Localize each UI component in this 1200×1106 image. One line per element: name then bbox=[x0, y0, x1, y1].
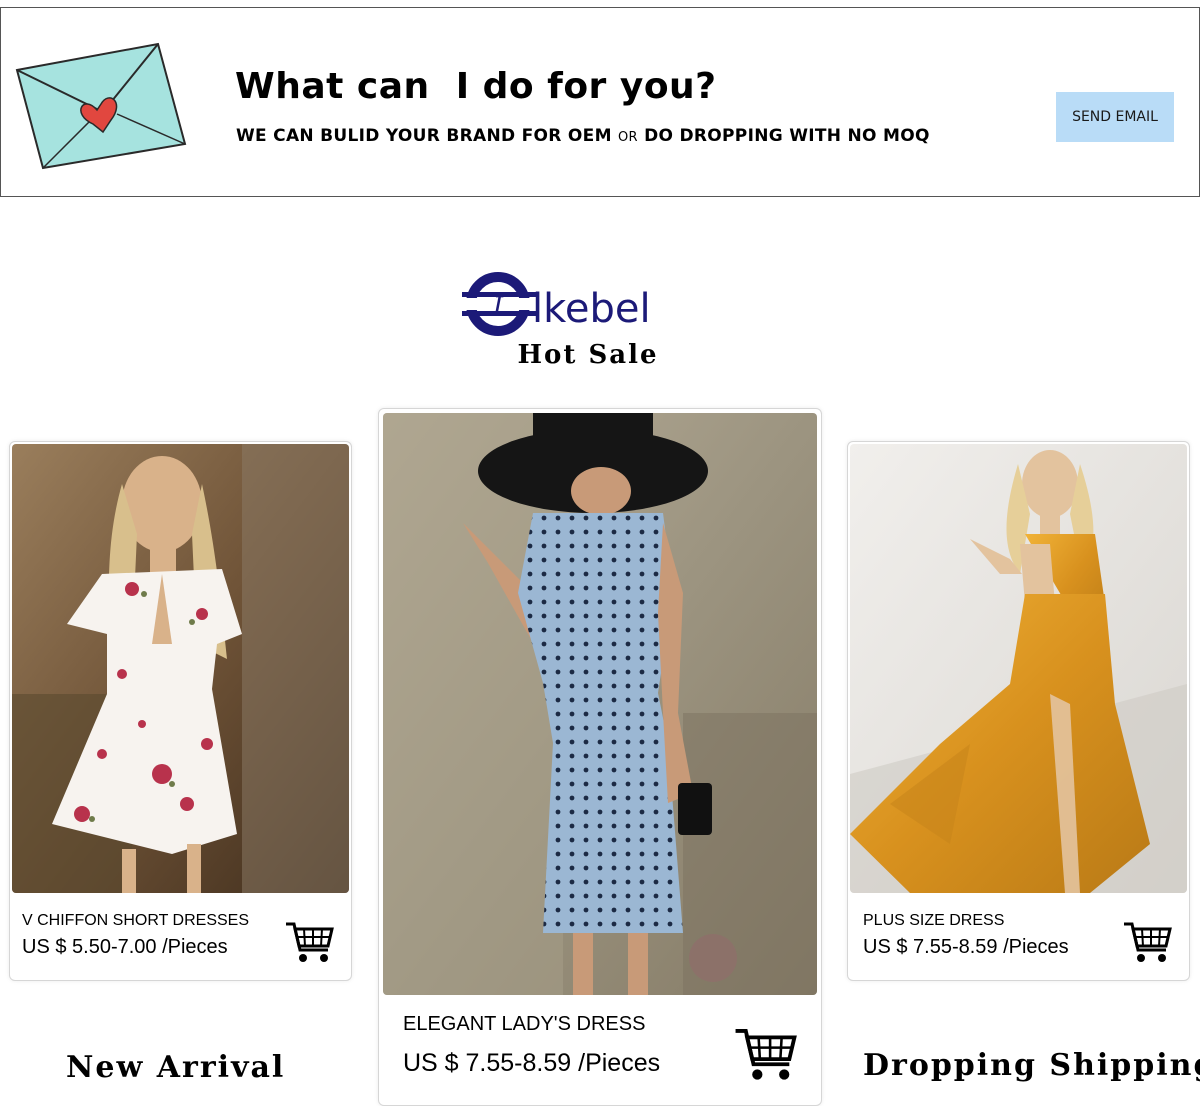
banner-subtitle-or: OR bbox=[618, 130, 638, 145]
cart-icon[interactable] bbox=[733, 1025, 797, 1083]
svg-text:I: I bbox=[492, 292, 504, 322]
price-value: US $ 7.55-8.59 bbox=[403, 1049, 572, 1077]
logo-text: lkebel bbox=[532, 286, 651, 332]
banner-subtitle: WE CAN BULID YOUR BRAND FOR OEM OR DO DR… bbox=[236, 126, 930, 146]
brand-logo[interactable]: I lkebel bbox=[462, 268, 692, 340]
price-unit: /Pieces bbox=[1003, 936, 1069, 958]
product-name[interactable]: V CHIFFON SHORT DRESSES bbox=[22, 912, 249, 930]
banner-subtitle-part2: DO DROPPING WITH NO MOQ bbox=[644, 126, 930, 146]
product-photo-yellow-maxi-dress[interactable] bbox=[850, 444, 1187, 893]
price-value: US $ 5.50-7.00 bbox=[22, 936, 157, 958]
product-price: US $ 7.55-8.59 /Pieces bbox=[863, 936, 1069, 959]
banner-subtitle-part1: WE CAN BULID YOUR BRAND FOR OEM bbox=[236, 126, 612, 146]
new-arrival-link[interactable]: New Arrival bbox=[66, 1050, 285, 1085]
product-card-v-chiffon[interactable]: V CHIFFON SHORT DRESSES US $ 5.50-7.00 /… bbox=[9, 441, 352, 981]
send-email-button[interactable]: SEND EMAIL bbox=[1056, 92, 1174, 142]
cart-icon[interactable] bbox=[1122, 920, 1172, 964]
banner-title: What can I do for you? bbox=[235, 66, 717, 107]
cart-icon[interactable] bbox=[284, 920, 334, 964]
price-unit: /Pieces bbox=[162, 936, 228, 958]
product-photo-white-floral-dress[interactable] bbox=[12, 444, 349, 893]
product-price: US $ 7.55-8.59 /Pieces bbox=[403, 1049, 660, 1078]
contact-banner: What can I do for you? WE CAN BULID YOUR… bbox=[0, 7, 1200, 197]
dropping-shipping-link[interactable]: Dropping Shipping bbox=[863, 1048, 1200, 1083]
product-card-elegant-lady[interactable]: ELEGANT LADY'S DRESS US $ 7.55-8.59 /Pie… bbox=[378, 408, 822, 1106]
product-card-plus-size[interactable]: PLUS SIZE DRESS US $ 7.55-8.59 /Pieces bbox=[847, 441, 1190, 981]
product-price: US $ 5.50-7.00 /Pieces bbox=[22, 936, 228, 959]
section-title: Hot Sale bbox=[517, 340, 659, 370]
price-value: US $ 7.55-8.59 bbox=[863, 936, 998, 958]
product-name[interactable]: ELEGANT LADY'S DRESS bbox=[403, 1013, 645, 1036]
product-name[interactable]: PLUS SIZE DRESS bbox=[863, 912, 1004, 930]
envelope-heart-icon bbox=[15, 42, 187, 170]
price-unit: /Pieces bbox=[578, 1049, 661, 1077]
product-photo-blue-polka-dress[interactable] bbox=[383, 413, 817, 995]
